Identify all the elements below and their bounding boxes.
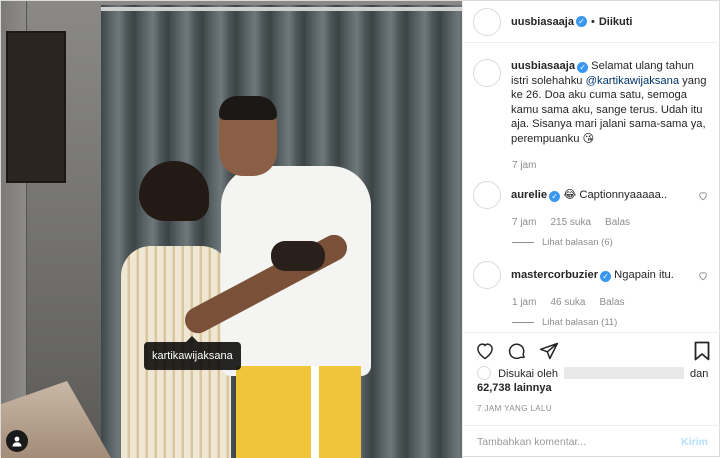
like-comment-heart-icon[interactable]	[698, 191, 708, 201]
following-button[interactable]: Diikuti	[599, 16, 633, 28]
comment-text: mastercorbuzier ✓ Ngapain itu.	[511, 261, 674, 289]
comment-time[interactable]: 1 jam	[512, 297, 536, 308]
view-replies-button[interactable]: Lihat balasan (6)	[512, 237, 720, 248]
view-replies-button[interactable]: Lihat balasan (11)	[512, 317, 720, 328]
caption-username[interactable]: uusbiasaaja	[511, 60, 575, 72]
photo-woman-hair	[139, 161, 209, 221]
bookmark-icon	[694, 341, 710, 361]
like-comment-heart-icon[interactable]	[698, 271, 708, 281]
view-replies-label: Lihat balasan (6)	[542, 237, 613, 248]
photo-man-hair	[219, 96, 277, 120]
heart-icon	[477, 342, 493, 359]
comment-time[interactable]: 7 jam	[512, 217, 536, 228]
comment-likes[interactable]: 46 suka	[550, 297, 585, 308]
avatar[interactable]	[477, 366, 491, 380]
comment-username[interactable]: aurelie	[511, 189, 547, 201]
paper-plane-icon	[539, 342, 559, 359]
avatar[interactable]	[473, 7, 501, 36]
photo-curtain-rod	[101, 7, 462, 11]
share-button[interactable]	[539, 341, 559, 361]
action-bar	[463, 332, 720, 368]
photo-man-shorts-stripe	[311, 366, 319, 458]
caption: uusbiasaaja ✓ Selamat ulang tahun istri s…	[463, 59, 720, 146]
comment-row: aurelie ✓ 😂 Captionnyaaaaa..	[463, 181, 720, 209]
verified-badge-icon: ✓	[600, 271, 612, 282]
liked-by-redacted	[563, 367, 684, 379]
comment-reply-button[interactable]: Balas	[605, 217, 630, 228]
header-username[interactable]: uusbiasaaja	[511, 16, 574, 28]
header-separator: •	[590, 15, 595, 28]
verified-badge-icon: ✓	[549, 191, 561, 202]
photo-wall-frame	[6, 31, 66, 183]
avatar[interactable]	[473, 261, 501, 289]
like-button[interactable]	[475, 341, 495, 361]
avatar[interactable]	[473, 181, 501, 209]
photo-man-shorts	[236, 366, 361, 458]
likes-joiner: dan	[689, 368, 709, 380]
likes-summary: Disukai oleh dan 62,738 lainnya	[477, 366, 717, 395]
verified-badge-icon: ✓	[575, 16, 587, 27]
verified-badge-icon: ✓	[577, 62, 589, 73]
photo-tattoo	[271, 241, 325, 271]
photo-user-tag[interactable]: kartikawijaksana	[144, 336, 241, 370]
comment-text: aurelie ✓ 😂 Captionnyaaaaa..	[511, 181, 667, 209]
add-comment-bar: Kirim	[463, 425, 720, 458]
comment-button[interactable]	[507, 341, 527, 361]
replies-divider	[512, 322, 534, 323]
caption-meta: 7 jam	[512, 160, 720, 171]
post-photo[interactable]: kartikawijaksana	[1, 1, 462, 458]
caption-mention-link[interactable]: @kartikawijaksana	[586, 75, 679, 87]
comment-likes[interactable]: 215 suka	[550, 217, 591, 228]
caption-time[interactable]: 7 jam	[512, 160, 536, 171]
comment-meta: 7 jam 215 suka Balas	[512, 217, 720, 228]
tagged-users-button[interactable]	[6, 430, 28, 452]
comment-reply-button[interactable]: Balas	[599, 297, 624, 308]
post-timestamp[interactable]: 7 JAM YANG LALU	[477, 404, 552, 413]
comment-body: 😂 Captionnyaaaaa..	[563, 189, 668, 201]
likes-count-link[interactable]: 62,738 lainnya	[477, 382, 552, 394]
liked-by-label: Disukai oleh	[498, 368, 558, 380]
comment-body: Ngapain itu.	[614, 269, 674, 281]
post-sidebar: uusbiasaaja ✓ • Diikuti uusbiasaaja ✓ Sel…	[462, 1, 720, 458]
comments-list: uusbiasaaja ✓ Selamat ulang tahun istri s…	[463, 59, 720, 328]
instagram-post: kartikawijaksana uusbiasaaja ✓ • Diikuti…	[0, 0, 720, 458]
post-header: uusbiasaaja ✓ • Diikuti	[463, 1, 720, 43]
caption-text: uusbiasaaja ✓ Selamat ulang tahun istri s…	[511, 59, 708, 146]
comment-row: mastercorbuzier ✓ Ngapain itu.	[463, 261, 720, 289]
avatar[interactable]	[473, 59, 501, 87]
replies-divider	[512, 242, 534, 243]
comment-meta: 1 jam 46 suka Balas	[512, 297, 720, 308]
save-button[interactable]	[694, 341, 710, 364]
comment-username[interactable]: mastercorbuzier	[511, 269, 598, 281]
person-icon	[12, 436, 22, 447]
speech-bubble-icon	[508, 342, 525, 359]
comment-input[interactable]	[477, 436, 682, 448]
view-replies-label: Lihat balasan (11)	[542, 317, 618, 328]
post-comment-button[interactable]: Kirim	[681, 436, 708, 448]
